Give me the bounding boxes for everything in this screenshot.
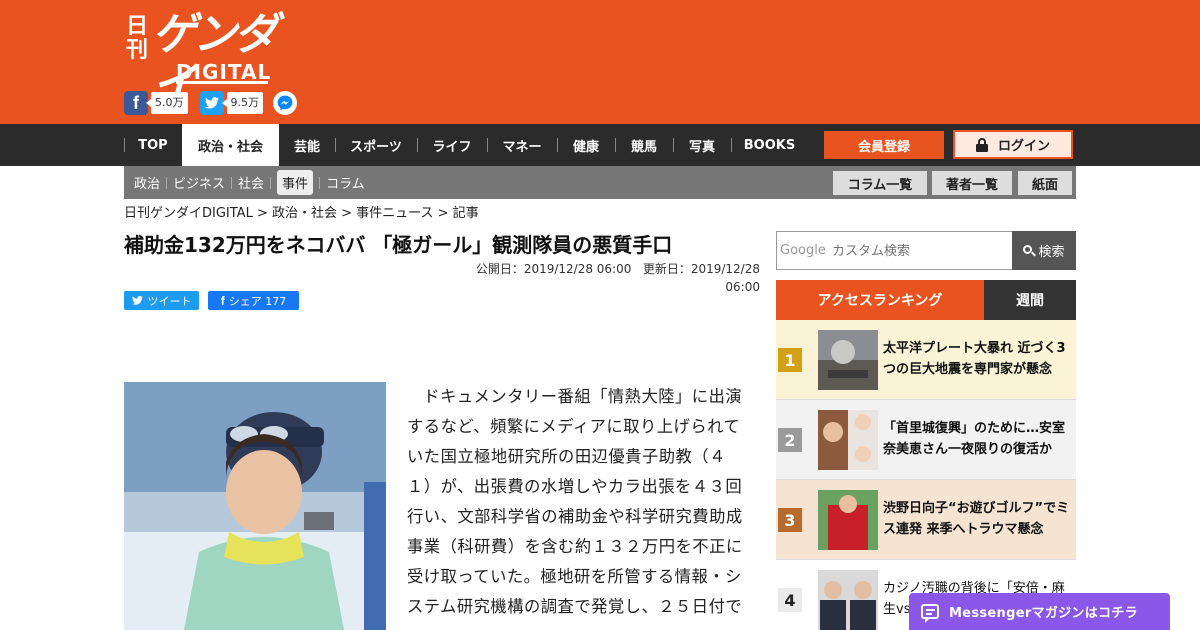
site-logo[interactable]: 日刊 ゲンダイ DIGITAL <box>126 10 306 110</box>
tab-access-ranking[interactable]: アクセスランキング <box>776 280 984 320</box>
column-list-button[interactable]: コラム一覧 <box>833 171 927 195</box>
chat-bubble-icon <box>921 604 939 623</box>
messenger-icon[interactable] <box>273 91 297 115</box>
login-button[interactable]: ログイン <box>953 130 1073 159</box>
sub-nav: 政治 ビジネス 社会 事件 コラム コラム一覧 著者一覧 紙面 <box>124 166 1076 199</box>
messenger-bar-label: Messengerマガジンはコチラ <box>949 606 1138 621</box>
rank-number: 4 <box>778 588 802 612</box>
nav-item-photo[interactable]: 写真 <box>673 124 731 166</box>
facebook-f-icon: f <box>220 293 225 308</box>
updated-date: 更新日：2019/12/28 06:00 <box>642 262 760 294</box>
nav-item-health[interactable]: 健康 <box>557 124 615 166</box>
nav-item-sports[interactable]: スポーツ <box>335 124 417 166</box>
login-label: ログイン <box>997 139 1050 154</box>
rank-number: 2 <box>778 428 802 452</box>
tweet-label: ツイート <box>147 294 192 308</box>
search-icon <box>1023 244 1037 257</box>
social-counters: f 5.0万 9.5万 <box>124 91 297 115</box>
nav-item-life[interactable]: ライフ <box>417 124 487 166</box>
ranking-tabs: アクセスランキング 週間 <box>776 280 1076 320</box>
search-button[interactable]: 検索 <box>1012 231 1076 270</box>
subnav-item-society[interactable]: 社会 <box>225 166 264 199</box>
ranking-thumbnail <box>818 570 878 630</box>
ranking-thumbnail <box>818 330 878 390</box>
facebook-share-button[interactable]: f シェア 177 <box>208 291 299 310</box>
nav-item-entertainment[interactable]: 芸能 <box>279 124 335 166</box>
ranking-item[interactable]: 1 太平洋プレート大暴れ 近づく3つの巨大地震を専門家が懸念 <box>776 320 1076 400</box>
share-label: シェア 177 <box>228 294 287 308</box>
search-button-label: 検索 <box>1038 245 1065 260</box>
twitter-bird-icon <box>131 296 143 305</box>
tweet-button[interactable]: ツイート <box>124 291 199 310</box>
subnav-item-column[interactable]: コラム <box>313 166 365 199</box>
nav-item-books[interactable]: BOOKS <box>731 124 808 166</box>
nav-item-money[interactable]: マネー <box>487 124 557 166</box>
nav-item-politics-society[interactable]: 政治・社会 <box>182 124 279 166</box>
search-input[interactable] <box>832 240 1002 262</box>
ranking-item[interactable]: 2 「首里城復興」のために…安室奈美恵さん一夜限りの復活か <box>776 400 1076 480</box>
twitter-count: 9.5万 <box>221 92 263 114</box>
nav-item-keiba[interactable]: 競馬 <box>615 124 673 166</box>
published-date: 公開日：2019/12/28 06:00 <box>475 262 632 276</box>
site-search: Google 検索 <box>776 231 1076 270</box>
paper-button[interactable]: 紙面 <box>1018 171 1072 195</box>
article-body: ドキュメンタリー番組「情熱大陸」に出演するなど、頻繁にメディアに取り上げられてい… <box>407 387 743 616</box>
breadcrumb[interactable]: 日刊ゲンダイDIGITAL > 政治・社会 > 事件ニュース > 記事 <box>124 205 479 223</box>
twitter-icon[interactable] <box>199 91 224 115</box>
subnav-item-business[interactable]: ビジネス <box>160 166 225 199</box>
subnav-item-politics[interactable]: 政治 <box>124 166 160 199</box>
ranking-title: 「首里城復興」のために…安室奈美恵さん一夜限りの復活か <box>883 421 1066 457</box>
rank-number: 3 <box>778 508 802 532</box>
tab-weekly[interactable]: 週間 <box>984 280 1076 320</box>
ranking-thumbnail <box>818 490 878 550</box>
article-title: 補助金132万円をネコババ 「極ガール」観測隊員の悪質手口 <box>124 233 673 257</box>
logo-digital: DIGITAL <box>176 60 272 84</box>
register-button[interactable]: 会員登録 <box>824 131 944 159</box>
facebook-icon[interactable]: f <box>124 91 148 115</box>
logo-underline <box>176 81 268 84</box>
ranking-title: 渋野日向子“お遊びゴルフ”でミス連発 来季へトラウマ懸念 <box>883 501 1070 537</box>
lock-icon <box>975 137 988 152</box>
nav-item-top[interactable]: TOP <box>124 124 182 166</box>
ranking-thumbnail <box>818 410 878 470</box>
article-dates: 公開日：2019/12/28 06:00 更新日：2019/12/28 06:0… <box>443 260 760 296</box>
author-list-button[interactable]: 著者一覧 <box>932 171 1012 195</box>
logo-nikkan: 日刊 <box>126 13 149 63</box>
facebook-count: 5.0万 <box>146 92 188 114</box>
site-header: 日刊 ゲンダイ DIGITAL f 5.0万 9.5万 <box>0 0 1200 124</box>
ranking-item[interactable]: 3 渋野日向子“お遊びゴルフ”でミス連発 来季へトラウマ懸念 <box>776 480 1076 560</box>
ranking-title: 太平洋プレート大暴れ 近づく3つの巨大地震を専門家が懸念 <box>883 341 1066 377</box>
subnav-item-incident[interactable]: 事件 <box>264 166 314 199</box>
main-nav: TOP 政治・社会 芸能 スポーツ ライフ マネー 健康 競馬 写真 BOOKS… <box>0 124 1200 166</box>
messenger-magazine-bar[interactable]: Messengerマガジンはコチラ <box>909 593 1170 630</box>
article-photo <box>124 382 386 630</box>
google-label: Google <box>780 243 826 258</box>
rank-number: 1 <box>778 348 802 372</box>
